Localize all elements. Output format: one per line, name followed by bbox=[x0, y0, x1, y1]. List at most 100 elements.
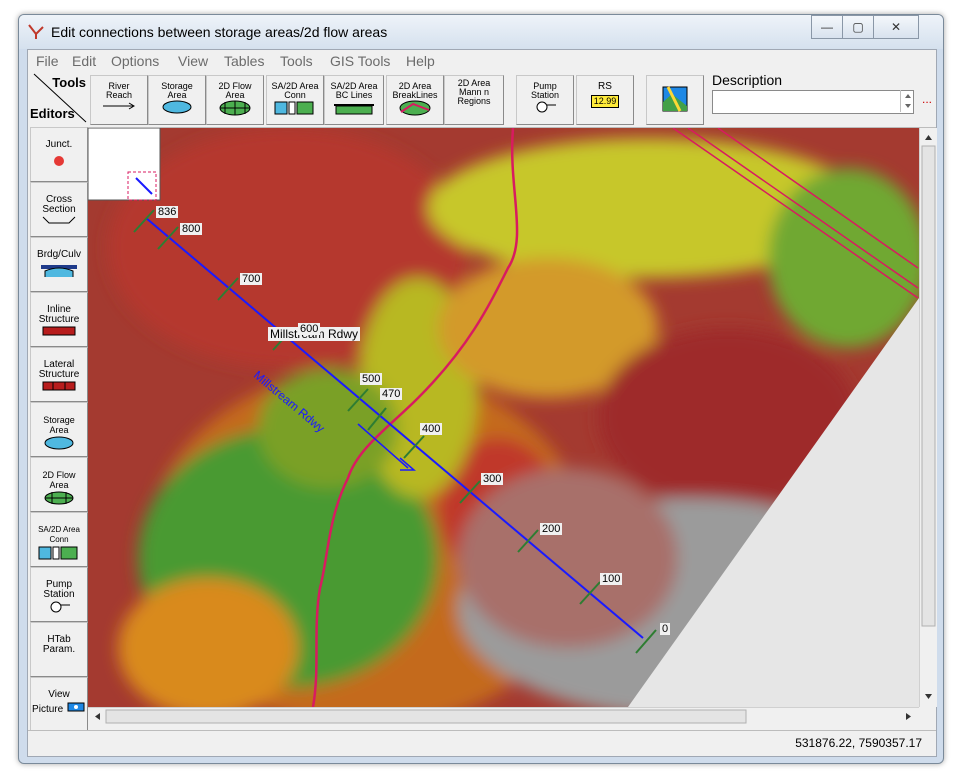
cross-section-label: 600 bbox=[298, 323, 321, 335]
title-bar[interactable]: Edit connections between storage areas/2… bbox=[19, 15, 943, 49]
map-icon bbox=[662, 86, 688, 112]
menu-tables[interactable]: Tables bbox=[224, 53, 264, 69]
btn-label: 2D Flow bbox=[42, 470, 76, 480]
lateral-structure-editor-button[interactable]: Lateral Structure bbox=[30, 347, 88, 402]
tools-label: Tools bbox=[52, 75, 86, 90]
horizontal-scrollbar[interactable] bbox=[88, 707, 919, 725]
cross-section-label: 100 bbox=[600, 573, 623, 585]
btn-label: Conn bbox=[284, 90, 306, 100]
grid-area-icon bbox=[219, 100, 251, 116]
status-bar: 531876.22, 7590357.17 bbox=[28, 730, 936, 755]
cursor-coordinates: 531876.22, 7590357.17 bbox=[795, 736, 922, 750]
btn-label: View bbox=[48, 689, 70, 700]
description-label: Description bbox=[712, 72, 783, 88]
lateral-structure-icon bbox=[42, 381, 76, 391]
btn-label: BreakLines bbox=[392, 90, 438, 100]
junction-icon bbox=[54, 156, 64, 166]
maximize-button[interactable]: ▢ bbox=[842, 15, 874, 39]
btn-label: Brdg/Culv bbox=[37, 249, 81, 260]
spin-arrows-icon bbox=[905, 94, 911, 108]
cross-section-label: 300 bbox=[481, 473, 504, 485]
cross-section-editor-button[interactable]: Cross Section bbox=[30, 182, 88, 237]
btn-label: Junct. bbox=[45, 139, 73, 150]
cross-section-label: 200 bbox=[540, 523, 563, 535]
storage-area-editor-button[interactable]: Storage Area bbox=[30, 402, 88, 457]
btn-label: BC Lines bbox=[335, 90, 373, 100]
bc-lines-icon bbox=[334, 104, 374, 115]
terrain-map[interactable] bbox=[88, 128, 919, 707]
pump-icon bbox=[536, 101, 556, 113]
2d-area-breaklines-button[interactable]: 2D Area BreakLines bbox=[386, 75, 444, 125]
btn-label: Area bbox=[167, 90, 187, 100]
2d-flow-area-editor-button[interactable]: 2D Flow Area bbox=[30, 457, 88, 512]
breaklines-icon bbox=[399, 100, 431, 116]
btn-label: RS bbox=[598, 81, 612, 92]
storage-area-button[interactable]: Storage Area bbox=[148, 75, 206, 125]
btn-label: Regions bbox=[457, 96, 491, 106]
description-spinner[interactable] bbox=[900, 90, 915, 112]
cross-section-label: 800 bbox=[180, 223, 203, 235]
connection-icon bbox=[274, 101, 314, 115]
inline-structure-editor-button[interactable]: Inline Structure bbox=[30, 292, 88, 347]
editors-label: Editors bbox=[30, 106, 75, 121]
close-button[interactable]: ✕ bbox=[873, 15, 919, 39]
description-input[interactable] bbox=[712, 90, 914, 114]
bridge-icon bbox=[41, 265, 77, 277]
scroll-arrows-icon bbox=[921, 135, 936, 699]
storage-area-icon bbox=[162, 100, 192, 114]
cross-section-label: 500 bbox=[360, 373, 383, 385]
pump-station-button[interactable]: Pump Station bbox=[516, 75, 574, 125]
2d-area-mann-n-regions-button[interactable]: 2D Area Mann n Regions bbox=[444, 75, 504, 125]
river-reach-button[interactable]: River Reach bbox=[90, 75, 148, 125]
bridge-culvert-editor-button[interactable]: Brdg/Culv bbox=[30, 237, 88, 292]
btn-label: Structure bbox=[38, 369, 80, 380]
menu-tools[interactable]: Tools bbox=[280, 53, 313, 69]
scroll-arrows-icon bbox=[95, 709, 911, 724]
menu-file[interactable]: File bbox=[36, 53, 59, 69]
menu-view[interactable]: View bbox=[178, 53, 208, 69]
overview-inset[interactable] bbox=[88, 128, 161, 201]
btn-label: Storage bbox=[43, 415, 75, 425]
view-picture-toolbar-button[interactable] bbox=[646, 75, 704, 125]
btn-label: SA/2D Area bbox=[38, 525, 80, 534]
storage-area-icon bbox=[44, 436, 74, 450]
toolbar: Tools Editors River Reach Storage Area 2… bbox=[28, 72, 936, 128]
editors-panel: Junct. Cross Section Brdg/Culv Inline St… bbox=[28, 127, 88, 735]
view-picture-editor-button[interactable]: View Picture bbox=[30, 677, 88, 732]
cross-section-label: 400 bbox=[420, 423, 443, 435]
menu-options[interactable]: Options bbox=[111, 53, 159, 69]
map-view[interactable]: Millstream Rdwy Millstream Rdwy 836 800 … bbox=[88, 128, 919, 707]
app-icon bbox=[28, 24, 44, 39]
btn-label: Station bbox=[43, 589, 75, 600]
cross-section-label: 836 bbox=[156, 206, 179, 218]
sa-2d-area-conn-button[interactable]: SA/2D Area Conn bbox=[266, 75, 324, 125]
window-title: Edit connections between storage areas/2… bbox=[51, 24, 388, 40]
menu-edit[interactable]: Edit bbox=[72, 53, 96, 69]
btn-label: Param. bbox=[42, 644, 76, 655]
sa-2d-area-bc-lines-button[interactable]: SA/2D Area BC Lines bbox=[324, 75, 384, 125]
2d-flow-area-button[interactable]: 2D Flow Area bbox=[206, 75, 264, 125]
btn-label: Area bbox=[49, 480, 69, 490]
menu-bar: File Edit Options View Tables Tools GIS … bbox=[28, 50, 936, 72]
cross-section-icon bbox=[42, 216, 76, 224]
inline-structure-icon bbox=[42, 326, 76, 336]
minimize-button[interactable]: — bbox=[811, 15, 843, 39]
cross-section-label: 470 bbox=[380, 388, 403, 400]
btn-label: Area bbox=[225, 90, 245, 100]
btn-label: Station bbox=[530, 90, 560, 100]
btn-label: Reach bbox=[105, 90, 132, 100]
grid-area-icon bbox=[44, 491, 74, 505]
pump-icon bbox=[50, 601, 70, 613]
junction-editor-button[interactable]: Junct. bbox=[30, 127, 88, 182]
htab-param-editor-button[interactable]: HTab Param. bbox=[30, 622, 88, 677]
menu-gis-tools[interactable]: GIS Tools bbox=[330, 53, 390, 69]
rs-button[interactable]: RS 12.99 bbox=[576, 75, 634, 125]
menu-help[interactable]: Help bbox=[406, 53, 435, 69]
pump-station-editor-button[interactable]: Pump Station bbox=[30, 567, 88, 622]
client-area: File Edit Options View Tables Tools GIS … bbox=[27, 49, 937, 757]
sa-2d-area-conn-editor-button[interactable]: SA/2D Area Conn bbox=[30, 512, 88, 567]
more-button[interactable]: ... bbox=[922, 92, 932, 106]
vertical-scrollbar[interactable] bbox=[919, 128, 937, 707]
camera-icon bbox=[67, 702, 85, 712]
cross-section-label: 700 bbox=[240, 273, 263, 285]
